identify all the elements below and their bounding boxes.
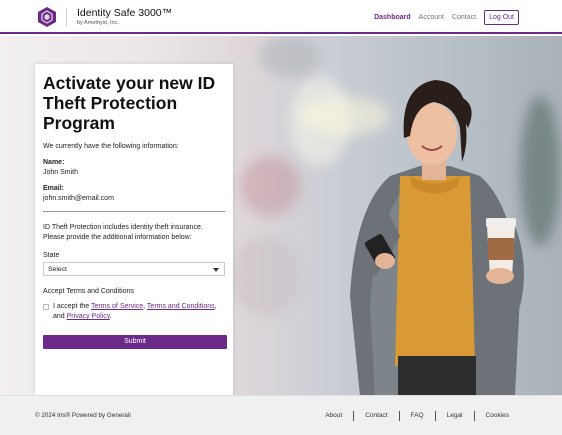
terms-and-conditions-link[interactable]: Terms and Conditions [147,303,215,310]
divider [43,211,225,212]
site-header: Identity Safe 3000™ by Amethyst, Inc. Da… [0,0,562,34]
main-nav: Dashboard Account Contact Log Out [374,10,519,25]
submit-button[interactable]: Submit [43,334,227,349]
terms-text: I accept the Terms of Service, Terms and… [53,303,217,320]
activation-form-card: Activate your new ID Theft Protection Pr… [35,64,233,396]
terms-row: I accept the Terms of Service, Terms and… [43,302,225,322]
intro-text: We currently have the following informat… [43,143,179,150]
hexagon-shield-logo-icon[interactable] [36,6,58,28]
state-select[interactable]: Select [43,262,225,276]
email-label: Email: [43,185,65,192]
terms-title: Accept Terms and Conditions [43,288,134,295]
terms-and: and [53,313,65,320]
terms-of-service-link[interactable]: Terms of Service [91,303,143,310]
footer-link-faq[interactable]: FAQ [398,411,435,421]
footer-links: About Contact FAQ Legal Cookies [314,411,520,421]
footer-link-about[interactable]: About [314,411,353,421]
footer-link-contact[interactable]: Contact [353,411,398,421]
footer-link-legal[interactable]: Legal [434,411,474,421]
nav-contact[interactable]: Contact [452,14,476,21]
terms-prefix: I accept the [53,303,90,310]
state-select-value: Select [48,266,67,273]
brand-divider [66,8,67,27]
nav-account[interactable]: Account [419,14,444,21]
terms-checkbox[interactable] [43,304,49,310]
name-label: Name: [43,159,65,166]
privacy-policy-link[interactable]: Privacy Policy [67,313,110,320]
form-title: Activate your new ID Theft Protection Pr… [43,73,216,133]
woman-with-phone-image [350,80,524,396]
chevron-down-icon [213,268,219,272]
email-value: john.smith@email.com [43,195,114,202]
site-footer: © 2024 Iris® Powered by Generali About C… [0,395,562,435]
state-label: State [43,252,60,259]
nav-dashboard[interactable]: Dashboard [374,14,411,21]
copyright-text: © 2024 Iris® Powered by Generali [35,412,131,419]
footer-link-cookies[interactable]: Cookies [473,411,520,421]
logout-button[interactable]: Log Out [484,10,519,25]
brand-subtitle: by Amethyst, Inc. [77,20,119,26]
info-text: ID Theft Protection includes identity th… [43,224,203,241]
brand-title: Identity Safe 3000™ [77,7,173,19]
name-value: John Smith [43,169,79,176]
